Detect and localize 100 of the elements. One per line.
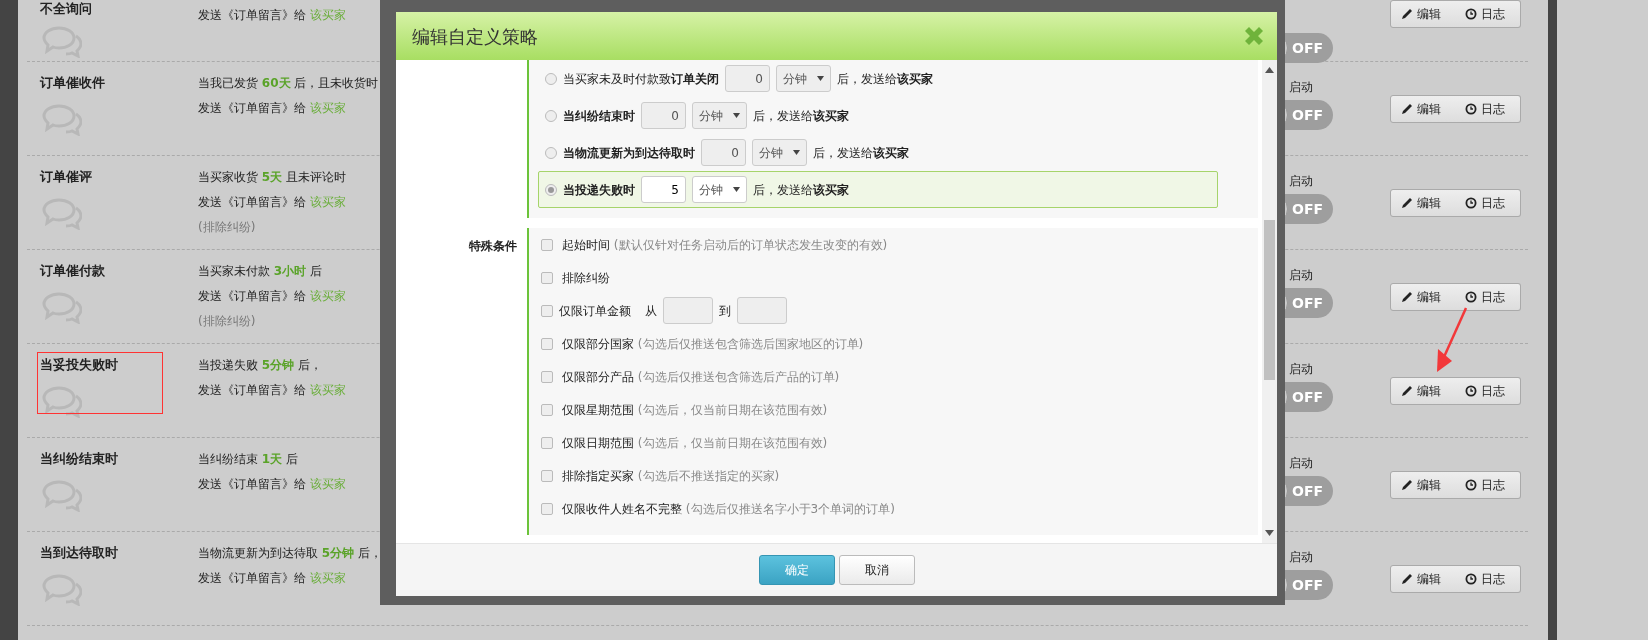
status-text: 启动 xyxy=(1289,455,1313,472)
edit-button[interactable]: 编辑 xyxy=(1390,377,1456,405)
rule-title: 当到达待取时 xyxy=(40,544,118,562)
pencil-icon xyxy=(1401,8,1413,20)
send-text: 发送《订单留言》给 该买家 xyxy=(198,288,346,305)
checkbox-label: 仅限部分产品 (勾选后仅推送包含筛选后产品的订单) xyxy=(562,368,840,386)
option-label: 当买家未及时付款致订单关闭 xyxy=(563,70,719,88)
log-button[interactable]: 日志 xyxy=(1455,0,1521,28)
condition-text: 当物流更新为到达待取 5分钟 后， xyxy=(198,545,382,562)
section-label: 特殊条件 xyxy=(469,239,517,253)
send-text: 发送《订单留言》给 该买家 xyxy=(198,570,346,587)
option-label: 当纠纷结束时 xyxy=(563,107,635,125)
condition-text: 当买家收货 5天 且未评论时 xyxy=(198,169,346,186)
checkbox[interactable] xyxy=(541,370,553,383)
radio-button[interactable] xyxy=(545,146,557,159)
rule-title: 不全询问 xyxy=(40,0,92,18)
checkbox-label: 仅限部分国家 (勾选后仅推送包含筛选后国家地区的订单) xyxy=(562,335,864,353)
checkbox[interactable] xyxy=(541,271,553,284)
radio-button[interactable] xyxy=(545,183,557,196)
edit-button[interactable]: 编辑 xyxy=(1390,565,1456,593)
chat-icon xyxy=(40,386,82,418)
radio-button[interactable] xyxy=(545,72,557,85)
unit-select[interactable]: 分钟 xyxy=(752,139,807,166)
checkbox[interactable] xyxy=(541,502,553,515)
clock-icon xyxy=(1465,197,1477,209)
log-button[interactable]: 日志 xyxy=(1455,565,1521,593)
number-field[interactable]: 5 xyxy=(641,176,686,203)
caret-icon xyxy=(733,187,740,192)
clock-icon xyxy=(1465,573,1477,585)
pencil-icon xyxy=(1401,385,1413,397)
unit-select[interactable]: 分钟 xyxy=(692,176,747,203)
unit-select[interactable]: 分钟 xyxy=(776,65,831,92)
pencil-icon xyxy=(1401,197,1413,209)
option-label: 当投递失败时 xyxy=(563,181,635,199)
checkbox[interactable] xyxy=(541,304,553,317)
checkbox[interactable] xyxy=(541,403,553,416)
clock-icon xyxy=(1465,291,1477,303)
option-suffix: 后，发送给该买家 xyxy=(837,70,933,88)
rule-title: 订单催评 xyxy=(40,168,92,186)
clock-icon xyxy=(1465,385,1477,397)
edit-button[interactable]: 编辑 xyxy=(1390,95,1456,123)
edit-button[interactable]: 编辑 xyxy=(1390,471,1456,499)
unit-select[interactable]: 分钟 xyxy=(692,102,747,129)
close-icon[interactable] xyxy=(1243,25,1265,47)
status-text: 启动 xyxy=(1289,79,1313,96)
dialog-title: 编辑自定义策略 xyxy=(412,24,538,49)
condition-text: 当我已发货 60天 后，且未收货时 xyxy=(198,75,379,92)
edit-button[interactable]: 编辑 xyxy=(1390,189,1456,217)
scrollbar-track[interactable] xyxy=(1262,60,1277,543)
note-text: (排除纠纷) xyxy=(198,313,256,330)
log-button[interactable]: 日志 xyxy=(1455,471,1521,499)
note-text: (排除纠纷) xyxy=(198,219,256,236)
log-button[interactable]: 日志 xyxy=(1455,283,1521,311)
caret-icon xyxy=(733,113,740,118)
option-suffix: 后，发送给该买家 xyxy=(813,144,909,162)
checkbox[interactable] xyxy=(541,238,553,251)
checkbox-label: 仅限日期范围 (勾选后，仅当前日期在该范围有效) xyxy=(562,434,828,452)
rule-title: 当妥投失败时 xyxy=(40,356,118,374)
log-button[interactable]: 日志 xyxy=(1455,189,1521,217)
option-suffix: 后，发送给该买家 xyxy=(753,107,849,125)
pencil-icon xyxy=(1401,291,1413,303)
send-text: 发送《订单留言》给 该买家 xyxy=(198,7,346,24)
checkbox-label: 排除纠纷 xyxy=(562,269,610,287)
send-text: 发送《订单留言》给 该买家 xyxy=(198,382,346,399)
checkbox-label: 起始时间 (默认仅针对任务启动后的订单状态发生改变的有效) xyxy=(562,236,888,254)
checkbox-label: 排除指定买家 (勾选后不推送指定的买家) xyxy=(562,467,780,485)
from-label: 从 xyxy=(645,302,657,320)
rule-title: 订单催收件 xyxy=(40,74,105,92)
status-text: 启动 xyxy=(1289,361,1313,378)
condition-text: 当投递失败 5分钟 后， xyxy=(198,357,322,374)
log-button[interactable]: 日志 xyxy=(1455,95,1521,123)
condition-text: 当买家未付款 3小时 后 xyxy=(198,263,322,280)
edit-button[interactable]: 编辑 xyxy=(1390,0,1456,28)
status-text: 启动 xyxy=(1289,173,1313,190)
checkbox-label: 仅限星期范围 (勾选后，仅当前日期在该范围有效) xyxy=(562,401,828,419)
scroll-thumb[interactable] xyxy=(1264,220,1275,380)
pencil-icon xyxy=(1401,573,1413,585)
clock-icon xyxy=(1465,479,1477,491)
log-button[interactable]: 日志 xyxy=(1455,377,1521,405)
caret-icon xyxy=(817,76,824,81)
checkbox[interactable] xyxy=(541,436,553,449)
edit-button[interactable]: 编辑 xyxy=(1390,283,1456,311)
radio-button[interactable] xyxy=(545,109,557,122)
status-text: 启动 xyxy=(1289,549,1313,566)
checkbox-label: 仅限收件人姓名不完整 (勾选后仅推送名字小于3个单词的订单) xyxy=(562,500,895,518)
cancel-button[interactable]: 取消 xyxy=(838,555,915,585)
rule-title: 当纠纷结束时 xyxy=(40,450,118,468)
amount-field[interactable] xyxy=(663,297,713,324)
status-text: 启动 xyxy=(1289,267,1313,284)
caret-icon xyxy=(793,150,800,155)
scroll-up-icon xyxy=(1265,67,1274,73)
clock-icon xyxy=(1465,8,1477,20)
checkbox-label: 仅限订单金额 xyxy=(559,302,631,320)
checkbox[interactable] xyxy=(541,469,553,482)
send-text: 发送《订单留言》给 该买家 xyxy=(198,100,346,117)
pencil-icon xyxy=(1401,103,1413,115)
option-suffix: 后，发送给该买家 xyxy=(753,181,849,199)
to-label: 到 xyxy=(719,302,731,320)
amount-field[interactable] xyxy=(737,297,787,324)
checkbox[interactable] xyxy=(541,337,553,350)
